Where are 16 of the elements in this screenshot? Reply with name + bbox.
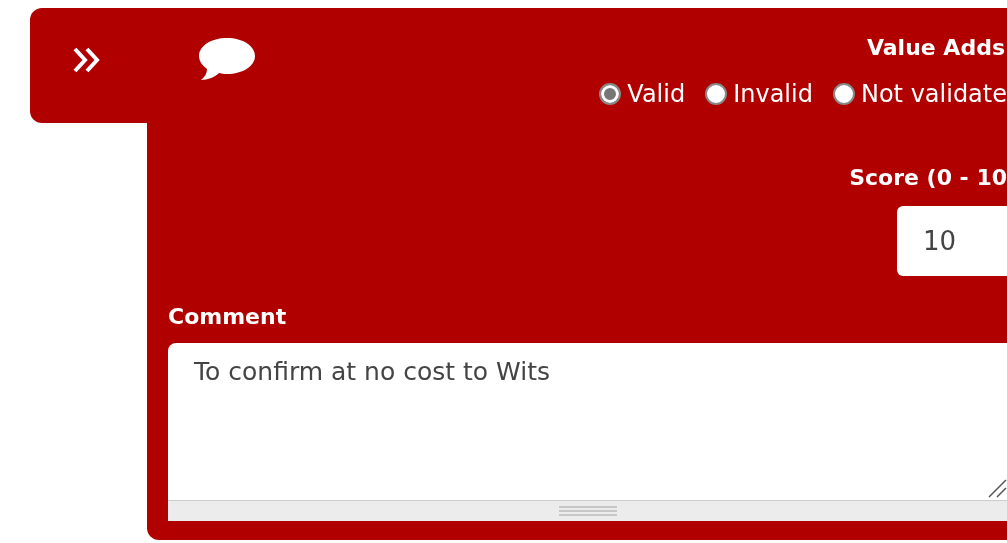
score-field[interactable]: 10 <box>897 206 1007 276</box>
radio-icon[interactable] <box>832 83 855 105</box>
comment-label: Comment <box>168 304 287 329</box>
score-label: Score (0 - 10 <box>849 165 1007 190</box>
radio-icon[interactable] <box>599 83 622 105</box>
validation-radio[interactable]: Invalid <box>705 80 813 108</box>
validation-radio[interactable]: Valid <box>599 80 686 108</box>
section-title: Value Adds <box>866 35 1005 60</box>
resize-handle[interactable] <box>168 500 1007 521</box>
comment-field[interactable]: To confirm at no cost to Wits <box>168 343 1007 500</box>
grip-lines-icon <box>559 506 617 516</box>
validation-radio[interactable]: Not validate <box>832 80 1007 108</box>
comment-icon[interactable] <box>198 36 256 82</box>
radio-icon[interactable] <box>705 83 728 105</box>
resize-grip-icon[interactable] <box>987 478 1007 498</box>
expand-icon[interactable] <box>72 46 102 74</box>
